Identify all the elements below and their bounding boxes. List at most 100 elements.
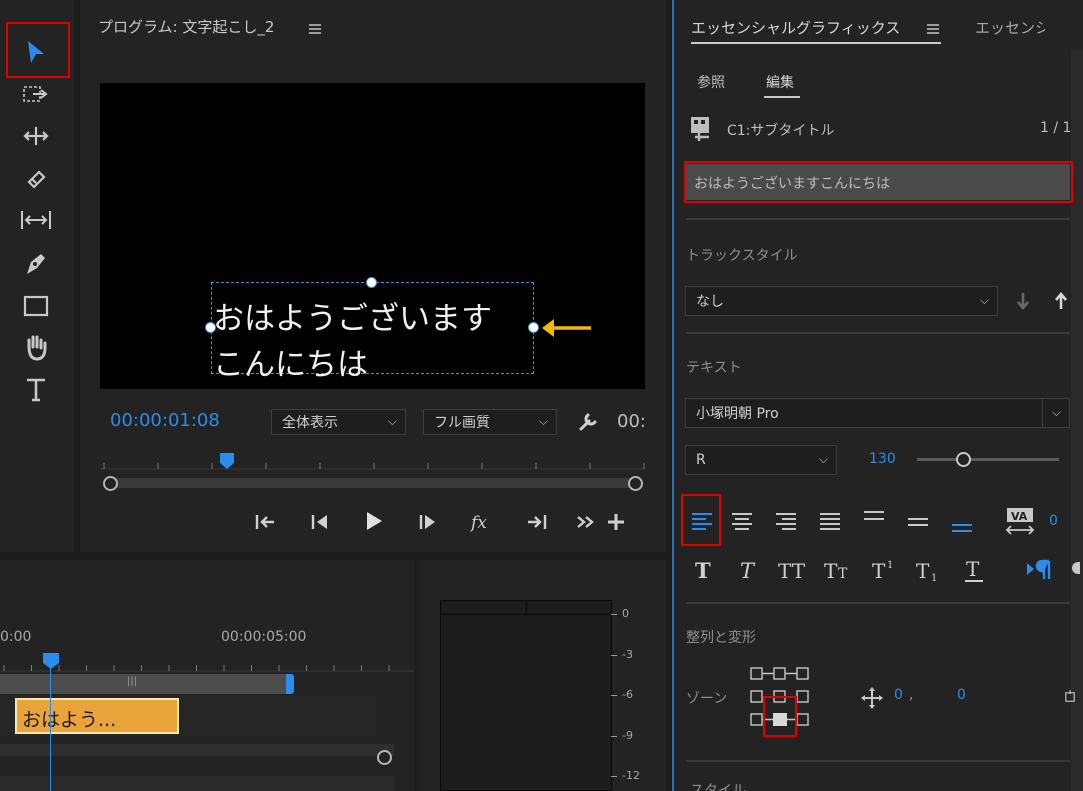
timeline-scrollbar-track[interactable] (0, 744, 394, 756)
program-timecode[interactable]: 00:00:01:08 (110, 410, 220, 431)
faux-bold-icon[interactable]: T (688, 555, 720, 585)
panel-menu-icon[interactable] (924, 20, 942, 38)
section-divider (686, 218, 1070, 220)
chevron-down-icon: ⌵ (538, 413, 548, 428)
align-right-icon[interactable] (769, 506, 803, 538)
timeline-ruler[interactable] (0, 654, 414, 672)
justify-all-icon[interactable] (945, 510, 979, 542)
svg-text:fx: fx (469, 513, 487, 532)
program-zoom-bar[interactable] (104, 478, 642, 488)
track-style-select[interactable]: なし ⌵ (685, 286, 998, 316)
caption-handle-left[interactable] (205, 322, 216, 333)
track-select-tool-icon[interactable] (18, 80, 54, 108)
font-size-value[interactable]: 130 (869, 451, 896, 467)
align-left-highlight (681, 494, 721, 546)
justify-center-icon[interactable] (857, 502, 891, 534)
track-style-label: トラックスタイル (686, 248, 798, 264)
selection-tool-highlight (6, 22, 70, 78)
wrench-icon[interactable] (574, 408, 602, 436)
faux-italic-icon[interactable]: T (732, 555, 764, 585)
tab-essential-graphics[interactable]: エッセンシャルグラフィックス (691, 17, 900, 38)
meter-tick-mark (611, 695, 617, 696)
timeline-scroll-handle[interactable] (377, 750, 392, 765)
font-style-select[interactable]: R ⌵ (685, 445, 837, 475)
quality-select[interactable]: フル画質 ⌵ (423, 409, 557, 435)
align-transform-label: 整列と変形 (686, 630, 756, 646)
font-select[interactable]: 小塚明朝 Pro ⌵ (685, 398, 1070, 428)
zoom-handle-left[interactable] (103, 476, 118, 491)
caption-layer-icon (688, 114, 716, 144)
fx-icon[interactable]: fx (466, 508, 496, 536)
hand-tool-icon[interactable] (18, 332, 54, 364)
caption-field-highlight (684, 161, 1073, 203)
justify-right-icon[interactable] (901, 506, 935, 538)
tracking-value[interactable]: 0 (1049, 513, 1058, 529)
anchor-icon[interactable] (1063, 684, 1077, 710)
svg-text:T: T (916, 559, 930, 582)
position-move-icon[interactable] (858, 684, 886, 712)
fit-select[interactable]: 全体表示 ⌵ (271, 409, 406, 435)
zoom-handle-right[interactable] (628, 476, 643, 491)
more-controls-icon[interactable] (572, 508, 600, 536)
pen-tool-icon[interactable] (18, 248, 54, 280)
svg-text:VA: VA (1011, 510, 1028, 523)
program-ruler[interactable] (100, 452, 645, 470)
step-forward-icon[interactable] (414, 508, 442, 536)
underline-icon[interactable]: T (958, 555, 990, 585)
align-center-icon[interactable] (725, 506, 759, 538)
rtl-paragraph-icon[interactable] (1022, 555, 1058, 585)
meter-tick-mark (611, 614, 617, 615)
type-tool-icon[interactable] (18, 374, 54, 406)
svg-text:1: 1 (931, 573, 937, 582)
push-up-style-icon[interactable] (1050, 288, 1072, 314)
bottom-section-label: スタイル (690, 783, 746, 791)
play-icon[interactable] (360, 506, 388, 536)
slip-tool-icon[interactable] (16, 206, 56, 234)
tracking-icon[interactable]: VA (1002, 504, 1038, 538)
justify-left-icon[interactable] (813, 506, 847, 538)
small-caps-icon[interactable]: TT (820, 555, 858, 585)
go-to-out-icon[interactable] (522, 508, 550, 536)
position-y-value[interactable]: 0 (957, 687, 966, 703)
svg-text:TT: TT (778, 559, 806, 582)
font-size-slider-track[interactable] (917, 458, 1059, 461)
rectangle-tool-icon[interactable] (18, 290, 54, 322)
font-select-divider (1042, 399, 1043, 427)
caption-line-2: こんにちは (213, 347, 368, 383)
caption-handle-top[interactable] (366, 277, 377, 288)
meter-tick-label: -12 (622, 769, 640, 782)
subscript-icon[interactable]: T1 (912, 555, 944, 585)
work-area-grip-icon: ||| (127, 676, 138, 687)
font-size-slider-thumb[interactable] (956, 452, 971, 467)
step-back-icon[interactable] (306, 508, 334, 536)
all-caps-icon[interactable]: TT (774, 555, 812, 585)
quality-select-value: フル画質 (434, 415, 490, 431)
position-x-value[interactable]: 0 (894, 687, 903, 703)
tab-essential-sound[interactable]: エッセンシ (975, 17, 1045, 38)
position-comma: , (909, 687, 914, 703)
push-down-style-icon[interactable] (1012, 288, 1034, 314)
svg-text:T: T (695, 558, 711, 582)
timeline-playhead-marker[interactable] (42, 652, 60, 670)
timeline-playhead-line (50, 668, 51, 791)
go-to-in-icon[interactable] (252, 508, 280, 536)
subtab-browse[interactable]: 参照 (697, 72, 725, 92)
panel-menu-icon[interactable] (306, 20, 324, 38)
svg-text:T: T (838, 566, 848, 582)
work-area-end-marker[interactable] (286, 674, 294, 694)
meter-tick-mark (611, 735, 617, 737)
font-value: 小塚明朝 Pro (696, 406, 779, 422)
razor-tool-icon[interactable] (18, 164, 54, 194)
add-button-icon[interactable] (602, 508, 630, 536)
caption-line-1: おはようございます (213, 301, 492, 337)
ripple-edit-tool-icon[interactable] (18, 122, 54, 150)
meter-tick-label: -9 (622, 728, 633, 742)
program-timecode-right: 00: (617, 411, 646, 432)
overflow-dot-icon (1072, 562, 1080, 574)
subtab-edit[interactable]: 編集 (766, 72, 794, 92)
playhead-marker[interactable] (219, 452, 235, 470)
chevron-down-icon: ⌵ (1051, 404, 1061, 419)
superscript-icon[interactable]: T1 (868, 555, 900, 585)
chevron-down-icon: ⌵ (387, 413, 397, 428)
timeline-work-area-bar[interactable] (0, 674, 292, 694)
